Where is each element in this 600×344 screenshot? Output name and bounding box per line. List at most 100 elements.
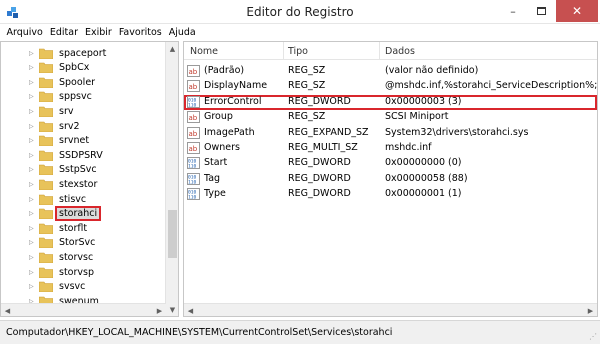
value-data: System32\drivers\storahci.sys (385, 126, 529, 138)
tree-item[interactable]: ▷ storvsc (29, 250, 95, 264)
menu-ajuda[interactable]: Ajuda (165, 27, 199, 38)
column-divider[interactable] (379, 42, 380, 60)
value-name: Type (204, 188, 226, 200)
tree-item-label: svsvc (59, 281, 86, 293)
expand-arrow-icon[interactable]: ▷ (29, 254, 39, 261)
scroll-left-icon[interactable]: ◀ (184, 304, 197, 316)
menu-exibir[interactable]: Exibir (82, 27, 116, 38)
scroll-down-icon[interactable]: ▼ (166, 303, 178, 316)
expand-arrow-icon[interactable]: ▷ (29, 225, 39, 232)
tree-item[interactable]: ▷ Spooler (29, 75, 97, 89)
svg-text:ab: ab (189, 114, 198, 122)
expand-arrow-icon[interactable]: ▷ (29, 152, 39, 159)
column-header-name[interactable]: Nome (190, 46, 218, 57)
binary-value-icon: 010110 (187, 95, 200, 108)
tree-item[interactable]: ▷ SstpSvc (29, 163, 99, 177)
value-row[interactable]: 010 110 Tag REG_DWORD 0x00000058 (88) (184, 172, 597, 187)
tree-item[interactable]: ▷ SpbCx (29, 61, 91, 75)
value-row[interactable]: ab ImagePath REG_EXPAND_SZ System32\drivers… (184, 126, 597, 141)
expand-arrow-icon[interactable]: ▷ (29, 79, 39, 86)
string-value-icon: ab (187, 65, 200, 77)
expand-arrow-icon[interactable]: ▷ (29, 123, 39, 130)
folder-icon (39, 48, 53, 59)
folder-icon (39, 194, 53, 205)
value-row[interactable]: 010 110 Start REG_DWORD 0x00000000 (0) (184, 156, 597, 171)
menu-bar: Arquivo Editar Exibir Favoritos Ajuda (0, 24, 600, 41)
menu-arquivo[interactable]: Arquivo (3, 27, 46, 38)
folder-icon (39, 121, 53, 132)
list-horizontal-scrollbar[interactable]: ◀ ▶ (184, 303, 597, 316)
scroll-right-icon[interactable]: ▶ (584, 304, 597, 316)
value-row[interactable]: 010 110 Type REG_DWORD 0x00000001 (1) (184, 187, 597, 202)
expand-arrow-icon[interactable]: ▷ (29, 137, 39, 144)
tree-item-label: spaceport (59, 47, 107, 59)
value-type: REG_EXPAND_SZ (288, 126, 369, 138)
expand-arrow-icon[interactable]: ▷ (29, 269, 39, 276)
folder-icon (39, 91, 53, 103)
tree-item[interactable]: ▷ StorSvc (29, 236, 97, 250)
key-tree-pane[interactable]: ▷ spaceport ▷ SpbCx ▷ Spooler ▷ sppsvc ▷ srv ▷ srv2… (0, 41, 179, 317)
value-row[interactable]: 010 110 ErrorControl REG_DWORD 0x00000003 (3… (184, 94, 597, 110)
tree-item[interactable]: ▷ srvnet (29, 134, 91, 148)
value-data: (valor não definido) (385, 65, 479, 76)
scroll-right-icon[interactable]: ▶ (153, 304, 166, 316)
column-divider[interactable] (283, 42, 284, 60)
tree-item[interactable]: ▷ stexstor (29, 177, 99, 191)
tree-item[interactable]: ▷ spaceport (29, 46, 108, 60)
expand-arrow-icon[interactable]: ▷ (29, 181, 39, 188)
expand-arrow-icon[interactable]: ▷ (29, 196, 39, 203)
expand-arrow-icon[interactable]: ▷ (29, 283, 39, 290)
folder-icon (39, 62, 53, 74)
value-row[interactable]: ab Group REG_SZ SCSI Miniport (184, 110, 597, 125)
tree-item[interactable]: ▷ sppsvc (29, 90, 94, 104)
value-row[interactable]: ab Owners REG_MULTI_SZ mshdc.inf (184, 141, 597, 156)
expand-arrow-icon[interactable]: ▷ (29, 64, 39, 71)
menu-favoritos[interactable]: Favoritos (115, 27, 165, 38)
folder-icon (39, 77, 53, 88)
tree-item[interactable]: ▷ stisvc (29, 192, 88, 206)
tree-item-label: SSDPSRV (59, 149, 103, 161)
column-header-type[interactable]: Tipo (288, 46, 308, 57)
minimize-button[interactable]: – (500, 0, 526, 22)
folder-icon (39, 164, 53, 176)
tree-item[interactable]: ▷ srv (29, 104, 75, 118)
expand-arrow-icon[interactable]: ▷ (29, 108, 39, 115)
string-value-icon: ab (187, 126, 200, 139)
tree-horizontal-scrollbar[interactable]: ◀ ▶ (1, 303, 166, 316)
expand-arrow-icon[interactable]: ▷ (29, 210, 39, 217)
expand-arrow-icon[interactable]: ▷ (29, 239, 39, 246)
value-type: REG_SZ (288, 111, 326, 123)
tree-item[interactable]: ▷ SSDPSRV (29, 148, 105, 162)
menu-editar[interactable]: Editar (46, 27, 81, 38)
value-row[interactable]: ab DisplayName REG_SZ @mshdc.inf,%storahci_… (184, 79, 597, 94)
tree-item[interactable]: ▷ storvsp (29, 265, 96, 279)
resize-grip-icon[interactable]: ⋰ (589, 332, 597, 341)
tree-item-label: stisvc (59, 193, 87, 205)
tree-item-label: storvsc (59, 251, 94, 263)
scroll-left-icon[interactable]: ◀ (1, 304, 14, 316)
tree-vertical-scrollbar[interactable]: ▲ ▼ (165, 42, 178, 316)
value-row[interactable]: ab (Padrão) REG_SZ (valor não definido) (184, 64, 597, 79)
values-list-pane[interactable]: Nome Tipo Dados ab (Padrão) REG_SZ (valor n… (183, 41, 598, 317)
tree-item-label: StorSvc (59, 237, 96, 249)
scroll-up-icon[interactable]: ▲ (166, 42, 178, 55)
tree-item[interactable]: ▷ svsvc (29, 280, 87, 294)
tree-item[interactable]: ▷ storflt (29, 221, 89, 235)
tree-item-label: srv2 (59, 120, 80, 132)
maximize-button[interactable] (528, 0, 554, 22)
expand-arrow-icon[interactable]: ▷ (29, 166, 39, 173)
expand-arrow-icon[interactable]: ▷ (29, 50, 39, 57)
svg-text:ab: ab (189, 145, 198, 153)
value-data: 0x00000058 (88) (385, 172, 468, 184)
tree-item[interactable]: ▷ srv2 (29, 119, 82, 133)
value-data: 0x00000001 (1) (385, 188, 462, 200)
binary-value-icon: 010110 (187, 172, 200, 185)
tree-item[interactable]: ▷ storahci (29, 206, 102, 222)
close-button[interactable]: ✕ (556, 0, 598, 22)
expand-arrow-icon[interactable]: ▷ (29, 93, 39, 100)
value-name: Group (204, 111, 233, 123)
value-name: (Padrão) (204, 65, 245, 76)
column-header-data[interactable]: Dados (385, 46, 415, 57)
folder-icon (39, 106, 53, 117)
tree-scroll-thumb[interactable] (168, 210, 177, 258)
